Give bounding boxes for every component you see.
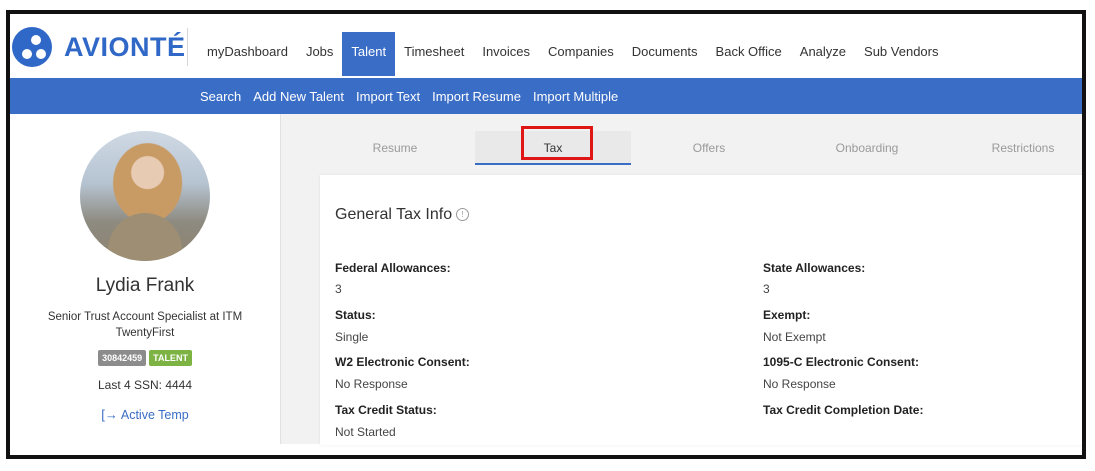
tax-card: General Tax Info! Federal Allowances: 3 … <box>320 175 1082 445</box>
status-link[interactable]: [→ Active Temp <box>10 407 280 422</box>
nav-item-back-office[interactable]: Back Office <box>707 32 791 65</box>
talent-badge: TALENT <box>149 350 192 366</box>
nav-item-mydashboard[interactable]: myDashboard <box>198 32 297 65</box>
nav-item-companies[interactable]: Companies <box>539 32 623 65</box>
logo-icon <box>12 27 52 67</box>
status-value: Single <box>335 330 369 344</box>
nav-item-jobs[interactable]: Jobs <box>297 32 342 65</box>
profile-badges: 30842459 TALENT <box>10 350 280 366</box>
nav-item-documents[interactable]: Documents <box>623 32 707 65</box>
status-label: Status: <box>335 308 376 322</box>
w2-consent-label: W2 Electronic Consent: <box>335 355 470 369</box>
brand-name: AVIONTÉ <box>64 31 186 62</box>
federal-allowances-value: 3 <box>335 282 342 296</box>
tax-credit-status-label: Tax Credit Status: <box>335 403 437 417</box>
exempt-value: Not Exempt <box>763 330 826 344</box>
divider <box>187 28 188 66</box>
subnav-add-new-talent[interactable]: Add New Talent <box>253 89 344 104</box>
nav-item-invoices[interactable]: Invoices <box>473 32 539 65</box>
section-title: General Tax Info! <box>335 206 470 224</box>
w2-consent-value: No Response <box>335 377 408 391</box>
c1095-consent-label: 1095-C Electronic Consent: <box>763 355 920 369</box>
tab-highlight-box <box>521 126 593 160</box>
profile-title: Senior Trust Account Specialist at ITM T… <box>47 311 243 339</box>
main-content: Resume Tax Offers Onboarding Restriction… <box>281 114 1082 445</box>
main-nav: myDashboard Jobs Talent Timesheet Invoic… <box>198 32 947 78</box>
sub-nav-bar: Search Add New Talent Import Text Import… <box>10 78 1082 114</box>
subnav-import-text[interactable]: Import Text <box>356 89 420 104</box>
nav-item-sub-vendors[interactable]: Sub Vendors <box>855 32 947 65</box>
federal-allowances-label: Federal Allowances: <box>335 261 451 275</box>
sign-in-icon: [→ <box>101 407 118 422</box>
c1095-consent-value: No Response <box>763 377 836 391</box>
nav-item-talent[interactable]: Talent <box>342 32 396 76</box>
avatar <box>80 131 210 261</box>
state-allowances-value: 3 <box>763 282 770 296</box>
ssn-text: Last 4 SSN: 4444 <box>97 378 193 392</box>
sub-nav: Search Add New Talent Import Text Import… <box>200 78 630 114</box>
info-icon[interactable]: ! <box>456 208 470 221</box>
subnav-import-resume[interactable]: Import Resume <box>432 89 521 104</box>
status-label: Active Temp <box>120 408 189 422</box>
profile-panel: Lydia Frank Senior Trust Account Special… <box>10 114 281 444</box>
nav-item-timesheet[interactable]: Timesheet <box>395 32 473 65</box>
subnav-import-multiple[interactable]: Import Multiple <box>533 89 618 104</box>
top-bar: AVIONTÉ myDashboard Jobs Talent Timeshee… <box>10 14 1082 78</box>
tab-offers[interactable]: Offers <box>633 131 785 165</box>
id-badge: 30842459 <box>98 350 147 366</box>
section-title-text: General Tax Info <box>335 206 453 223</box>
subnav-search[interactable]: Search <box>200 89 241 104</box>
app-window: AVIONTÉ myDashboard Jobs Talent Timeshee… <box>6 10 1086 459</box>
tab-onboarding[interactable]: Onboarding <box>789 131 945 165</box>
exempt-label: Exempt: <box>763 308 811 322</box>
tab-resume[interactable]: Resume <box>319 131 471 165</box>
brand-logo[interactable]: AVIONTÉ <box>10 27 186 67</box>
nav-item-analyze[interactable]: Analyze <box>791 32 855 65</box>
tab-restrictions[interactable]: Restrictions <box>947 131 1082 165</box>
state-allowances-label: State Allowances: <box>763 261 866 275</box>
profile-tabs: Resume Tax Offers Onboarding Restriction… <box>281 131 1082 165</box>
tax-credit-status-value: Not Started <box>335 425 396 439</box>
profile-name: Lydia Frank <box>95 275 195 296</box>
tax-credit-date-label: Tax Credit Completion Date: <box>763 403 924 417</box>
